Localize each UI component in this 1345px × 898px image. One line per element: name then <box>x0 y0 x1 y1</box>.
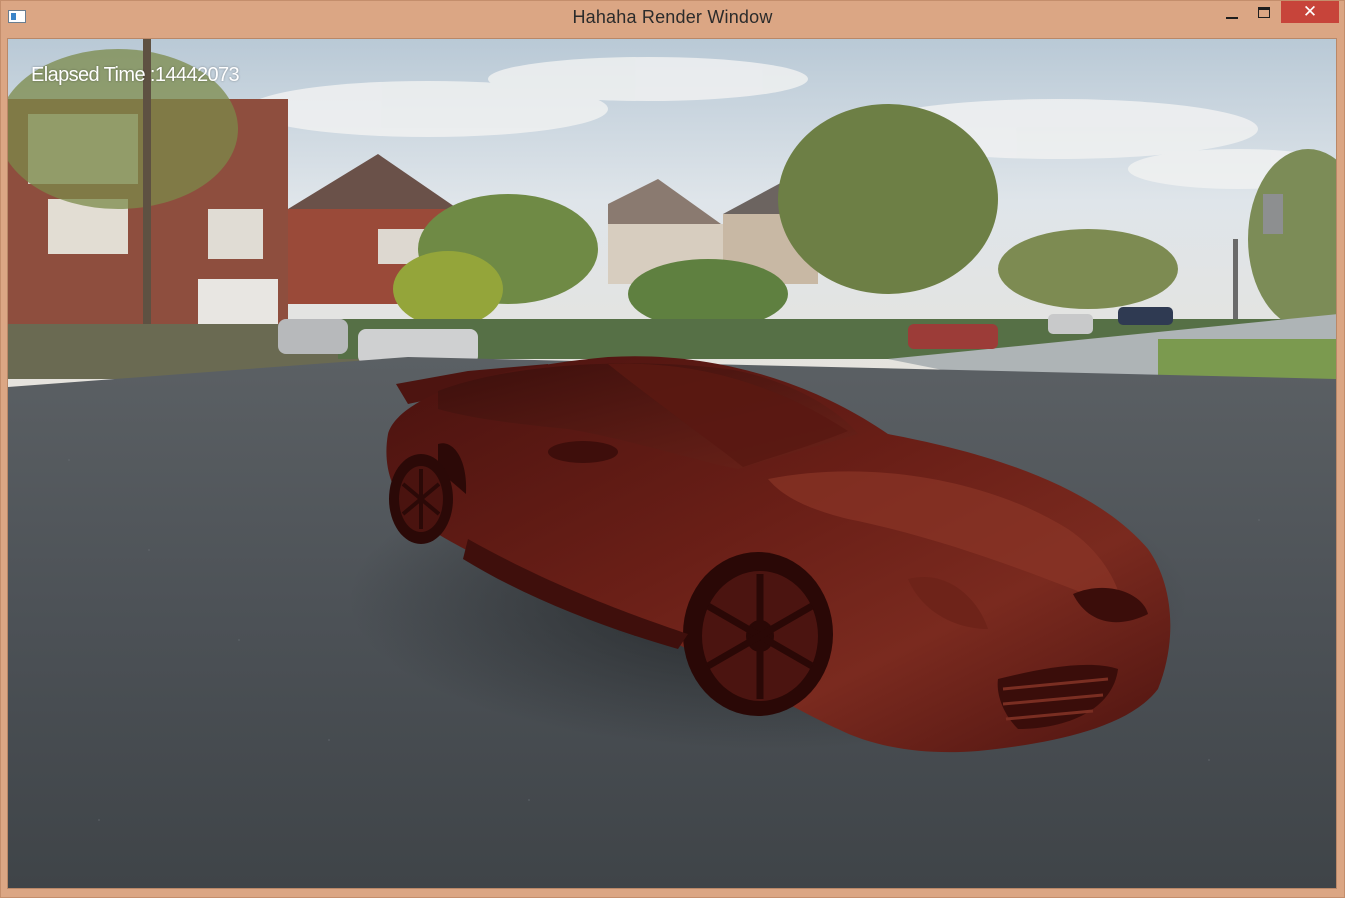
minimize-icon <box>1226 17 1238 19</box>
elapsed-time-label: Elapsed Time :14442073 <box>31 64 240 86</box>
window-title: Hahaha Render Window <box>572 7 773 27</box>
maximize-button[interactable] <box>1249 1 1279 23</box>
close-icon: ✕ <box>1302 2 1318 22</box>
close-button[interactable]: ✕ <box>1281 1 1339 23</box>
maximize-icon <box>1258 6 1270 18</box>
rendered-scene <box>8 39 1336 888</box>
render-viewport[interactable]: Elapsed Time :14442073 <box>7 38 1337 889</box>
render-window: Hahaha Render Window ✕ Elapsed Time:144… <box>0 0 1345 898</box>
title-bar[interactable]: Hahaha Render Window ✕ <box>1 1 1344 37</box>
minimize-button[interactable] <box>1215 1 1249 23</box>
